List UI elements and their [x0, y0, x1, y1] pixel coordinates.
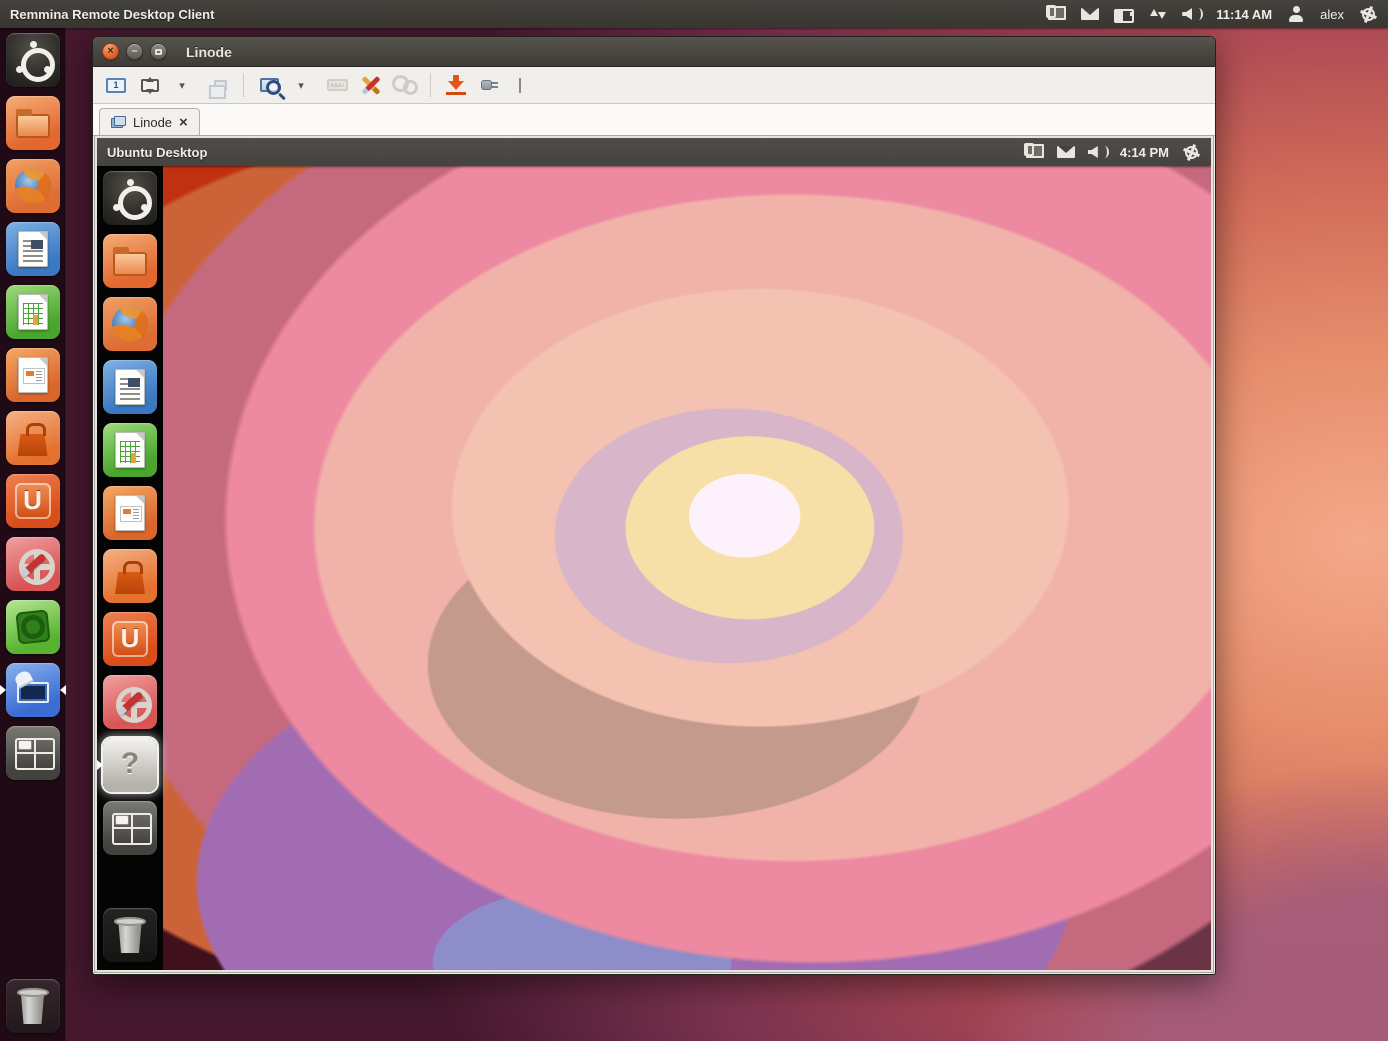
host-unity-launcher: U [0, 28, 66, 1041]
dropdown-caret-button[interactable]: ▾ [290, 72, 316, 98]
launcher-item-firefox[interactable] [103, 297, 157, 351]
launcher-indicator-left-icon [97, 760, 103, 770]
socket-bar-icon [519, 78, 521, 93]
mail-icon[interactable] [1080, 5, 1100, 23]
remote-top-panel: Ubuntu Desktop 4:14 PM [97, 138, 1211, 166]
app-title: Remmina Remote Desktop Client [10, 7, 214, 22]
resize-window-icon: 1 [106, 78, 126, 93]
tab-linode[interactable]: Linode × [99, 108, 200, 135]
remote-desktop-wallpaper[interactable] [163, 166, 1211, 970]
host-tray: 11:14 AM alex [1046, 0, 1378, 28]
tools-button[interactable] [358, 72, 384, 98]
mail-icon[interactable] [1056, 143, 1076, 161]
username-text[interactable]: alex [1320, 7, 1344, 22]
ubuntu-one-glyph: U [121, 625, 140, 651]
disconnect-button[interactable] [477, 72, 503, 98]
remote-tray: 4:14 PM [1024, 138, 1201, 166]
socket-bar-button [511, 72, 537, 98]
screenshot-icon [446, 75, 466, 95]
remote-screen: Ubuntu Desktop 4:14 PM U? [97, 138, 1211, 970]
launcher-item-ubuntu-dash[interactable] [103, 171, 157, 225]
toolbar-separator [243, 73, 244, 97]
launcher-item-workspace-switcher[interactable] [103, 801, 157, 855]
launcher-item-libreoffice-impress[interactable] [103, 486, 157, 540]
launcher-item-workspace-switcher[interactable] [6, 726, 60, 780]
fit-window-icon [141, 79, 159, 92]
window-title: Linode [186, 44, 232, 60]
launcher-item-libreoffice-writer[interactable] [103, 360, 157, 414]
scaled-mode-icon [260, 78, 279, 92]
window-titlebar[interactable]: × – Linode [93, 37, 1215, 67]
maximize-icon [155, 49, 162, 55]
screenshot-button[interactable] [443, 72, 469, 98]
launcher-item-libreoffice-calc[interactable] [103, 423, 157, 477]
tools-icon [359, 73, 383, 97]
battery-icon[interactable] [1114, 5, 1134, 23]
close-icon: × [107, 46, 113, 57]
launcher-item-ubuntu-one[interactable]: U [103, 612, 157, 666]
launcher-item-trash[interactable] [6, 979, 60, 1033]
launcher-item-trash[interactable] [103, 908, 157, 962]
desktop-root: { "host_panel": { "app_title": "Remmina … [0, 0, 1388, 1041]
help-glyph: ? [121, 749, 139, 779]
session-gear-icon[interactable] [1181, 143, 1201, 161]
clock-text[interactable]: 11:14 AM [1216, 7, 1272, 22]
scaled-mode-button[interactable] [256, 72, 282, 98]
grab-keyboard-button[interactable] [324, 72, 350, 98]
toolbar-separator [430, 73, 431, 97]
preferences-gears-button[interactable] [392, 72, 418, 98]
dropdown-caret-icon: ▾ [298, 80, 304, 91]
launcher-item-software-updater[interactable] [6, 600, 60, 654]
launcher-item-ubuntu-one[interactable]: U [6, 474, 60, 528]
launcher-item-libreoffice-calc[interactable] [6, 285, 60, 339]
minimize-icon: – [131, 46, 137, 57]
remmina-window: × – Linode 1 ▾ ▾ Linode × Ubuntu Desktop 4… [92, 36, 1216, 975]
window-close-button[interactable]: × [102, 43, 119, 60]
connection-tabbar: Linode × [93, 104, 1215, 136]
sync-icon[interactable] [1148, 5, 1168, 23]
clock-text[interactable]: 4:14 PM [1120, 145, 1169, 160]
launcher-item-system-settings[interactable] [6, 537, 60, 591]
resize-window-button[interactable]: 1 [103, 72, 129, 98]
duplicate-button[interactable] [205, 72, 231, 98]
window-minimize-button[interactable]: – [126, 43, 143, 60]
duplicate-icon [214, 80, 227, 90]
network-icon[interactable] [1024, 143, 1044, 161]
connection-tab-icon [111, 116, 126, 128]
launcher-item-libreoffice-impress[interactable] [6, 348, 60, 402]
window-maximize-button[interactable] [150, 43, 167, 60]
remote-unity-launcher: U? [97, 166, 163, 970]
launcher-item-help[interactable]: ? [103, 738, 157, 792]
host-top-panel: Remmina Remote Desktop Client 11:14 AM al… [0, 0, 1388, 28]
grab-keyboard-icon [327, 79, 348, 91]
network-icon[interactable] [1046, 5, 1066, 23]
volume-icon[interactable] [1182, 5, 1202, 23]
remote-display-frame: Ubuntu Desktop 4:14 PM U? [95, 136, 1213, 972]
tab-label: Linode [133, 115, 172, 130]
launcher-item-system-settings[interactable] [103, 675, 157, 729]
ubuntu-one-glyph: U [23, 487, 42, 513]
remote-panel-title: Ubuntu Desktop [107, 145, 207, 160]
remmina-toolbar: 1 ▾ ▾ [93, 67, 1215, 104]
launcher-item-ubuntu-software-center[interactable] [103, 549, 157, 603]
dropdown-caret-icon: ▾ [179, 80, 185, 91]
launcher-item-ubuntu-software-center[interactable] [6, 411, 60, 465]
launcher-item-home-folder[interactable] [103, 234, 157, 288]
launcher-indicator-left-icon [0, 685, 6, 695]
volume-icon[interactable] [1088, 143, 1108, 161]
launcher-indicator-right-icon [60, 685, 66, 695]
dropdown-caret-button[interactable]: ▾ [171, 72, 197, 98]
preferences-gears-icon [392, 75, 418, 95]
launcher-item-libreoffice-writer[interactable] [6, 222, 60, 276]
launcher-item-firefox[interactable] [6, 159, 60, 213]
user-icon[interactable] [1286, 5, 1306, 23]
session-gear-icon[interactable] [1358, 5, 1378, 23]
launcher-item-home-folder[interactable] [6, 96, 60, 150]
tab-close-icon[interactable]: × [179, 115, 188, 130]
disconnect-icon [479, 77, 501, 93]
launcher-item-ubuntu-dash[interactable] [6, 33, 60, 87]
launcher-item-remmina[interactable] [6, 663, 60, 717]
fit-window-button[interactable] [137, 72, 163, 98]
